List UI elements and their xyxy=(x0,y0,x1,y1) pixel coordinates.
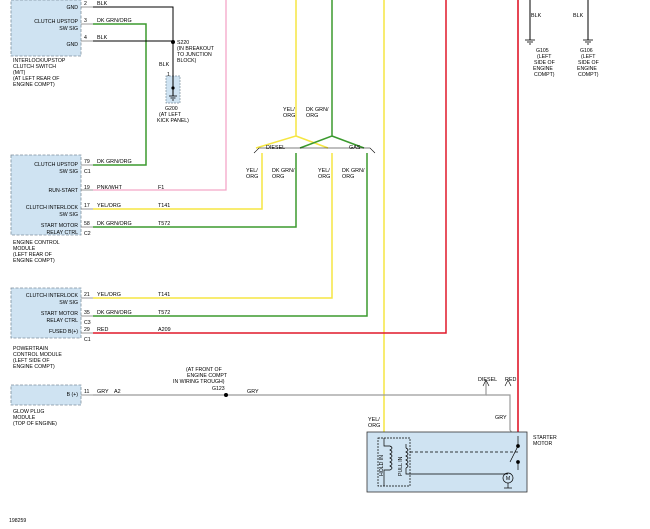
connector-ticks xyxy=(81,164,93,396)
gas-yel-label-2: ORG xyxy=(318,174,330,180)
starter-red-label: RED xyxy=(505,377,516,383)
ecm-pin19-num: 19 xyxy=(84,185,90,191)
glow-pin11-num: 11 xyxy=(84,389,89,395)
s220-note-3: BLOCK) xyxy=(177,58,197,64)
wire-yel-org-trunk xyxy=(255,0,297,149)
trunk-grn-label-2: ORG xyxy=(306,113,318,119)
diesel-yel-label-2: ORG xyxy=(246,174,258,180)
glow-pin11-circuit: A2 xyxy=(114,389,121,395)
pcm-pin21-label: CLUTCH INTERLOCK xyxy=(26,293,79,299)
ecm-pin79-label2: SW SIG xyxy=(59,169,78,175)
glow-pin11-label: B (+) xyxy=(67,392,79,398)
ground-g105-symbol xyxy=(525,39,535,45)
pcm-pin21-circuit: T141 xyxy=(158,292,170,298)
pcm-pin29-num: 29 xyxy=(84,327,90,333)
pcm-pin29-wire: RED xyxy=(97,327,108,333)
wire-dk-grn-org-clutch xyxy=(93,23,147,166)
pcm-pin35-num: 35 xyxy=(84,310,90,316)
clutch-pin2-wire: BLK xyxy=(97,1,108,7)
starter-motor-module xyxy=(366,431,528,493)
ecm-c1: C1 xyxy=(84,169,91,175)
pcm-pin35-label2: RELAY CTRL xyxy=(46,318,78,324)
splice-g123-dot xyxy=(224,393,228,397)
ecm-pin58-label2: RELAY CTRL xyxy=(46,230,78,236)
svg-text:COMPT): COMPT) xyxy=(578,72,599,78)
diesel-label: DIESEL xyxy=(266,145,285,151)
pcm-pin35-wire: DK GRN/ORG xyxy=(97,310,132,316)
clutch-pin4-wire: BLK xyxy=(97,35,108,41)
ecm-pin19-wire: PNK/WHT xyxy=(97,185,123,191)
g123-note-3: IN WIRING TROUGH) xyxy=(173,379,225,385)
ecm-pin58-wire: DK GRN/ORG xyxy=(97,221,132,227)
pcm-pin21-label2: SW SIG xyxy=(59,300,78,306)
ecm-pin19-label: RUN-START xyxy=(49,188,79,194)
pull-in-label: PULL IN xyxy=(398,456,404,476)
ecm-pin17-num: 17 xyxy=(84,203,90,209)
starter-diesel-label: DIESEL xyxy=(478,377,497,383)
trunk-yel-label-2: ORG xyxy=(283,113,295,119)
g123-id: G123 xyxy=(212,386,225,392)
wiring-diagram: M HOLD IN PULL IN GND 2 BLK CLUTCH UPSTO… xyxy=(9,0,599,524)
starter-yel-label-2: ORG xyxy=(368,423,380,429)
clutch-pin3-label2: SW SIG xyxy=(59,26,78,32)
g200-pin: 1 xyxy=(167,72,170,78)
ecm-pin79-wire: DK GRN/ORG xyxy=(97,159,132,165)
s220-wire: BLK xyxy=(159,62,170,68)
g105-caption: G105 (LEFT SIDE OF ENGINE COMPT) xyxy=(533,48,555,78)
g106-wire: BLK xyxy=(573,13,584,19)
figure-id: 198259 xyxy=(9,518,26,524)
glow-gry-label: GRY xyxy=(247,389,259,395)
glow-plug-caption: GLOW PLUG MODULE (TOP OF ENGINE) xyxy=(13,409,57,427)
ecm-pin79-label: CLUTCH UPSTOP xyxy=(34,162,78,168)
wire-yel-org-trunk-gas xyxy=(295,135,329,149)
pcm-c3: C3 xyxy=(84,320,91,326)
starter-gry-label: GRY xyxy=(495,415,507,421)
motor-symbol: M xyxy=(506,476,510,482)
ecm-pin17-circuit: T141 xyxy=(158,203,170,209)
svg-text:COMPT): COMPT) xyxy=(534,72,555,78)
clutch-pin4-label: GND xyxy=(66,42,78,48)
g200-note-2: KICK PANEL) xyxy=(157,118,189,124)
clutch-pin3-num: 3 xyxy=(84,18,87,24)
ecm-caption: ENGINE CONTROL MODULE (LEFT REAR OF ENGI… xyxy=(13,240,60,264)
gas-grn-label-2: ORG xyxy=(342,174,354,180)
pcm-pin29-label: FUSED B(+) xyxy=(49,329,78,335)
ecm-pin58-circuit: T572 xyxy=(158,221,170,227)
ground-g106-symbol xyxy=(583,39,593,45)
pcm-caption: POWERTRAIN CONTROL MODULE (LEFT SIDE OF … xyxy=(13,346,62,370)
ecm-pin79-num: 79 xyxy=(84,159,90,165)
diesel-grn-label-2: ORG xyxy=(272,174,284,180)
svg-text:ENGINE COMPT): ENGINE COMPT) xyxy=(13,82,55,88)
ecm-pin58-num: 58 xyxy=(84,221,90,227)
gas-label: GAS xyxy=(349,145,361,151)
ecm-pin17-label2: SW SIG xyxy=(59,212,78,218)
starter-caption-2: MOTOR xyxy=(533,441,552,447)
clutch-pin2-num: 2 xyxy=(84,1,87,7)
svg-text:ENGINE COMPT): ENGINE COMPT) xyxy=(13,364,55,370)
wire-dk-grn-org-trunk xyxy=(299,0,333,149)
ecm-pin58-label: START MOTOR xyxy=(41,223,78,229)
pcm-c1: C1 xyxy=(84,337,91,343)
pcm-pin21-num: 21 xyxy=(84,292,90,298)
pcm-pin35-label: START MOTOR xyxy=(41,311,78,317)
pcm-pin35-circuit: T572 xyxy=(158,310,170,316)
ecm-c2: C2 xyxy=(84,231,91,237)
clutch-pin3-label: CLUTCH UPSTOP xyxy=(34,19,78,25)
ecm-pin17-label: CLUTCH INTERLOCK xyxy=(26,205,79,211)
pcm-pin21-wire: YEL/ORG xyxy=(97,292,121,298)
hold-in-label: HOLD IN xyxy=(379,455,385,476)
ecm-pin19-circuit: F1 xyxy=(158,185,164,191)
g105-wire: BLK xyxy=(531,13,542,19)
clutch-switch-caption: INTERLOCK/UPSTOP CLUTCH SWITCH (M/T) (AT… xyxy=(13,58,66,88)
svg-text:(TOP OF ENGINE): (TOP OF ENGINE) xyxy=(13,421,57,427)
svg-text:ENGINE COMPT): ENGINE COMPT) xyxy=(13,258,55,264)
g106-caption: G106 (LEFT SIDE OF ENGINE COMPT) xyxy=(577,48,599,78)
ecm-pin17-wire: YEL/ORG xyxy=(97,203,121,209)
clutch-pin4-num: 4 xyxy=(84,35,87,41)
clutch-pin2-label: GND xyxy=(66,5,78,11)
clutch-pin3-wire: DK GRN/ORG xyxy=(97,18,132,24)
wire-gry-glow xyxy=(93,380,487,396)
pcm-pin29-circuit: A209 xyxy=(158,327,171,333)
glow-pin11-wire: GRY xyxy=(97,389,109,395)
